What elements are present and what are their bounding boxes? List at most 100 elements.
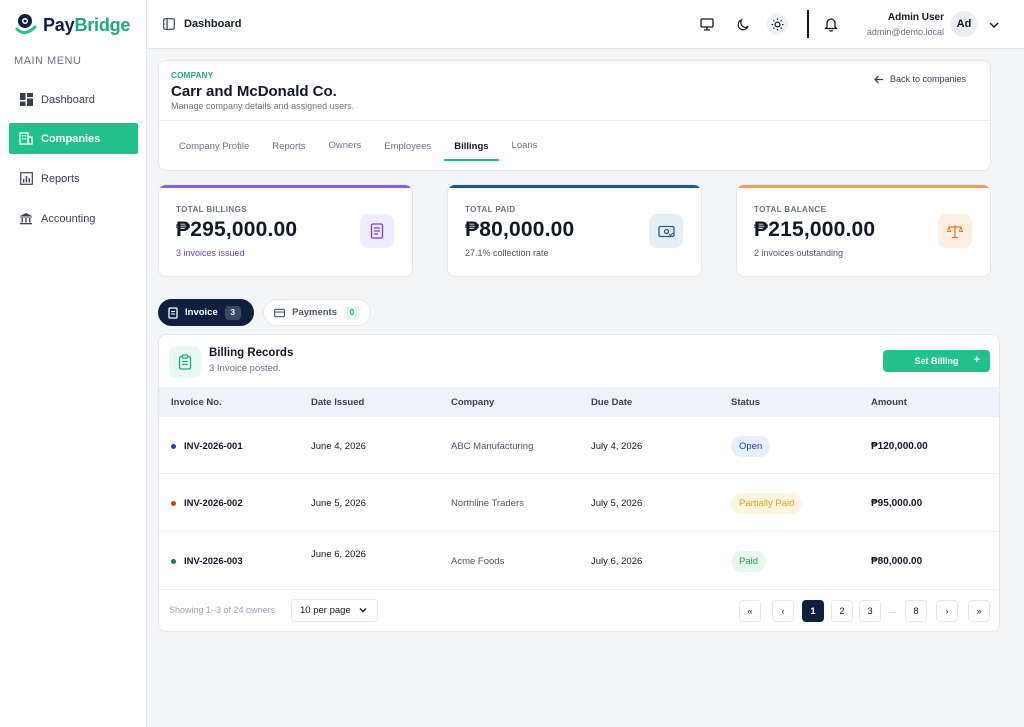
due-date-cell: July 4, 2026: [591, 441, 643, 452]
moon-icon[interactable]: [732, 13, 754, 35]
stat-accent-bar: [159, 185, 412, 188]
pagination-prev-button[interactable]: ‹: [772, 600, 794, 622]
pagination-page-3[interactable]: 3: [859, 600, 881, 622]
billing-records-subtitle: 3 Invoice posted.: [209, 363, 281, 374]
company-tabs: Company Profile Reports Owners Employees…: [179, 140, 560, 161]
main-menu-label: MAIN MENU: [14, 55, 82, 67]
amount-cell: ₱120,000.00: [871, 441, 928, 452]
back-to-companies-link[interactable]: Back to companies: [874, 74, 966, 84]
brand-name-right: Bridge: [74, 14, 131, 35]
sidebar: PayBridge MAIN MENU Dashboard Companies …: [0, 0, 147, 727]
sidebar-item-label: Reports: [41, 172, 80, 185]
pagination-ellipsis: ...: [889, 605, 897, 615]
bell-icon[interactable]: [820, 13, 842, 35]
segment-count-badge: 3: [224, 305, 241, 320]
tab-loans[interactable]: Loans: [512, 140, 538, 160]
set-billing-button[interactable]: Set Billing +: [883, 350, 990, 372]
status-dot: [171, 501, 176, 506]
sidebar-item-label: Dashboard: [41, 93, 95, 106]
table-row[interactable]: INV-2026-002 June 5, 2026 Northline Trad…: [159, 475, 999, 532]
sidebar-toggle-icon[interactable]: [163, 17, 175, 30]
column-header-invoice-no[interactable]: Invoice No.: [171, 397, 222, 408]
column-header-company[interactable]: Company: [451, 397, 494, 408]
paybridge-logo-icon: [15, 14, 37, 34]
sidebar-item-companies[interactable]: Companies: [9, 123, 138, 154]
date-issued-cell: June 4, 2026: [311, 441, 366, 452]
per-page-select[interactable]: 10 per page: [291, 599, 378, 622]
brand-logo[interactable]: PayBridge: [15, 12, 130, 38]
avatar[interactable]: Ad: [951, 11, 977, 37]
table-row[interactable]: INV-2026-003 June 6, 2026 Acme Foods Jul…: [159, 533, 999, 590]
bank-icon: [19, 212, 33, 226]
monitor-icon[interactable]: [696, 13, 718, 35]
status-badge: Open: [731, 436, 771, 457]
segment-label: Invoice: [185, 307, 218, 318]
stat-card-total-balance: TOTAL BALANCE ₱215,000.00 2 invoices out…: [736, 184, 991, 277]
segment-label: Payments: [292, 307, 337, 318]
billing-records-title: Billing Records: [209, 347, 294, 359]
column-header-status[interactable]: Status: [731, 397, 760, 408]
chevron-down-icon[interactable]: [988, 18, 1000, 30]
topbar-divider: [807, 10, 809, 38]
clipboard-icon: [169, 346, 201, 378]
tab-employees[interactable]: Employees: [384, 141, 431, 161]
invoice-icon: [168, 306, 178, 319]
pagination-last-button[interactable]: »: [968, 600, 990, 622]
tab-owners[interactable]: Owners: [329, 140, 362, 160]
scale-icon: [938, 214, 972, 248]
tab-billings[interactable]: Billings: [444, 141, 499, 161]
stat-subtext: 27.1% collection rate: [465, 248, 549, 258]
invoice-number-cell: INV-2026-001: [171, 441, 243, 452]
bar-chart-icon: [19, 172, 33, 186]
invoice-number: INV-2026-002: [184, 498, 243, 509]
amount-cell: ₱80,000.00: [871, 556, 923, 567]
pagination-page-2[interactable]: 2: [831, 600, 853, 622]
stat-card-total-billings: TOTAL BILLINGS ₱295,000.00 3 invoices is…: [158, 184, 413, 277]
date-issued-cell: June 5, 2026: [311, 498, 366, 509]
table-row[interactable]: INV-2026-001 June 4, 2026 ABC Manufactur…: [159, 417, 999, 474]
arrow-left-icon: [874, 75, 883, 83]
column-header-date-issued[interactable]: Date Issued: [311, 397, 364, 408]
pagination-summary: Showing 1–3 of 24 owners: [169, 605, 276, 615]
stat-value: ₱215,000.00: [754, 218, 876, 241]
invoice-number: INV-2026-001: [184, 441, 243, 452]
stat-subtext: 2 invoices outstanding: [754, 248, 844, 258]
stat-label: TOTAL BALANCE: [754, 205, 827, 214]
sidebar-item-label: Companies: [41, 132, 101, 145]
table-header: Invoice No. Date Issued Company Due Date…: [159, 387, 999, 417]
sidebar-item-reports[interactable]: Reports: [9, 163, 138, 194]
stat-accent-bar: [737, 185, 990, 188]
due-date-cell: July 5, 2026: [591, 498, 643, 509]
sidebar-item-dashboard[interactable]: Dashboard: [9, 84, 138, 115]
invoice-segment-button[interactable]: Invoice 3: [158, 299, 254, 326]
stat-card-total-paid: TOTAL PAID ₱80,000.00 27.1% collection r…: [447, 184, 702, 277]
cash-icon: [649, 214, 683, 248]
pagination-page-1[interactable]: 1: [802, 600, 824, 622]
back-link-label: Back to companies: [889, 74, 966, 84]
invoice-number-cell: INV-2026-003: [171, 556, 243, 567]
company-name: Carr and McDonald Co.: [171, 83, 337, 100]
pagination-page-8[interactable]: 8: [905, 600, 927, 622]
column-header-amount[interactable]: Amount: [871, 397, 907, 408]
pagination-next-button[interactable]: ›: [936, 600, 958, 622]
company-cell: Northline Traders: [451, 498, 524, 509]
date-issued-cell: June 6, 2026: [311, 549, 366, 560]
stat-label: TOTAL BILLINGS: [176, 205, 247, 214]
pagination-first-button[interactable]: «: [739, 600, 761, 622]
sidebar-item-accounting[interactable]: Accounting: [9, 203, 138, 234]
chevron-down-icon: [359, 608, 367, 613]
status-badge: Partially Paid: [731, 493, 803, 514]
divider: [159, 120, 990, 121]
tab-company-profile[interactable]: Company Profile: [179, 141, 249, 161]
company-description: Manage company details and assigned user…: [171, 101, 355, 111]
company-eyebrow: COMPANY: [171, 71, 214, 80]
tab-reports[interactable]: Reports: [272, 141, 305, 161]
column-header-due-date[interactable]: Due Date: [591, 397, 632, 408]
payments-segment-button[interactable]: Payments 0: [263, 299, 371, 326]
sun-icon[interactable]: [766, 13, 788, 35]
invoice-document-icon: [360, 214, 394, 248]
invoice-number-cell: INV-2026-002: [171, 498, 243, 509]
set-billing-label: Set Billing: [914, 356, 959, 366]
dashboard-grid-icon: [19, 93, 33, 107]
building-icon: [19, 132, 33, 146]
